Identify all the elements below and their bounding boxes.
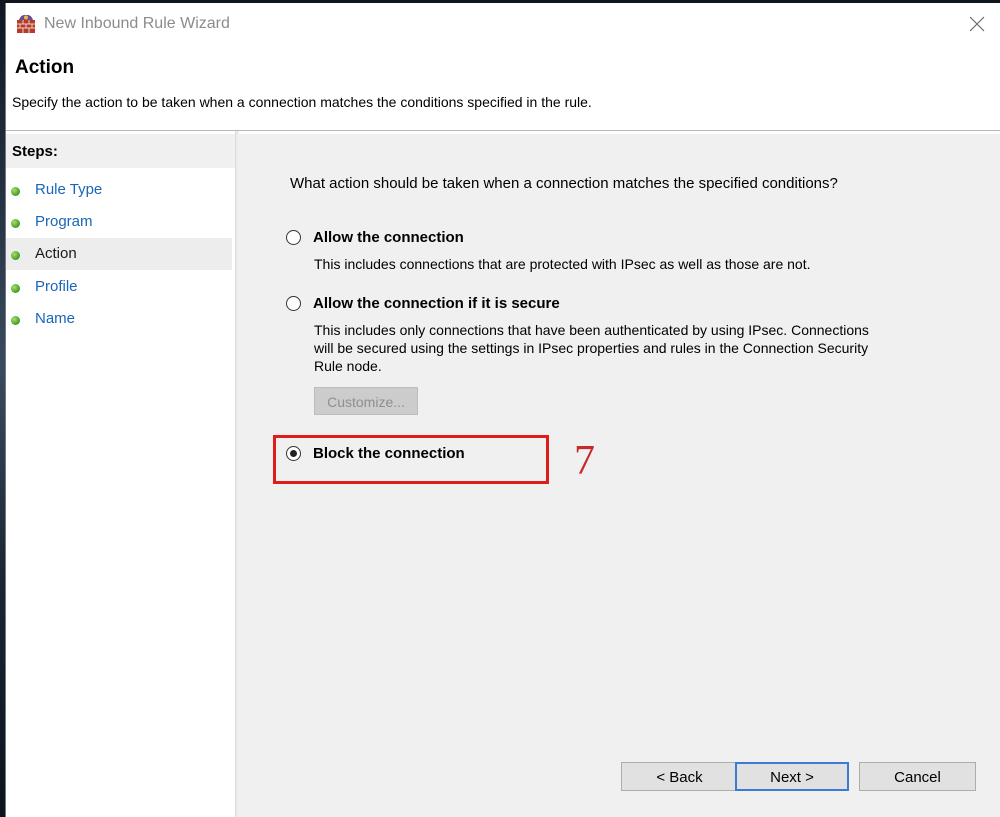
action-panel: What action should be taken when a conne… (238, 134, 1000, 817)
close-button[interactable] (960, 7, 994, 41)
step-complete-icon (11, 187, 20, 196)
action-question: What action should be taken when a conne… (290, 175, 838, 192)
cancel-button[interactable]: Cancel (859, 762, 976, 791)
customize-button: Customize... (314, 387, 418, 415)
step-complete-icon (11, 316, 20, 325)
step-complete-icon (11, 284, 20, 293)
page-title: Action (15, 57, 75, 78)
allow-secure-connection-description: This includes only connections that have… (314, 321, 869, 375)
allow-secure-connection-radio[interactable] (286, 296, 301, 311)
step-complete-icon (11, 219, 20, 228)
sidebar-item-name[interactable]: Name (6, 303, 232, 335)
allow-connection-radio[interactable] (286, 230, 301, 245)
close-icon (969, 16, 985, 32)
sidebar-item-profile[interactable]: Profile (6, 271, 232, 303)
step-current-icon (11, 251, 20, 260)
sidebar-item-program[interactable]: Program (6, 206, 232, 238)
steps-heading: Steps: (6, 134, 235, 168)
allow-connection-label[interactable]: Allow the connection (313, 229, 464, 246)
sidebar-item-label: Rule Type (35, 181, 103, 198)
annotation-highlight-box (273, 435, 549, 484)
wizard-window: New Inbound Rule Wizard Action Specify t… (5, 3, 1000, 817)
window-title: New Inbound Rule Wizard (44, 15, 230, 32)
page-description: Specify the action to be taken when a co… (12, 94, 592, 110)
sidebar-item-label: Profile (35, 278, 78, 295)
sidebar-item-action: Action (6, 238, 232, 270)
header-divider (6, 130, 1000, 131)
sidebar-item-label: Action (35, 245, 77, 262)
allow-secure-connection-label[interactable]: Allow the connection if it is secure (313, 295, 560, 312)
sidebar-item-label: Name (35, 310, 76, 327)
description-line: will be secured using the settings in IP… (314, 340, 869, 356)
description-line: This includes only connections that have… (314, 322, 869, 338)
steps-sidebar: Steps: Rule Type Program Action Profile … (6, 134, 235, 817)
description-line: Rule node. (314, 358, 382, 374)
allow-connection-description: This includes connections that are prote… (314, 256, 811, 272)
annotation-step-number: 7 (574, 438, 595, 484)
title-bar: New Inbound Rule Wizard (6, 3, 1000, 46)
firewall-icon (15, 13, 37, 35)
sidebar-item-rule-type[interactable]: Rule Type (6, 174, 232, 206)
back-button[interactable]: < Back (621, 762, 738, 791)
sidebar-item-label: Program (35, 213, 93, 230)
next-button[interactable]: Next > (735, 762, 849, 791)
